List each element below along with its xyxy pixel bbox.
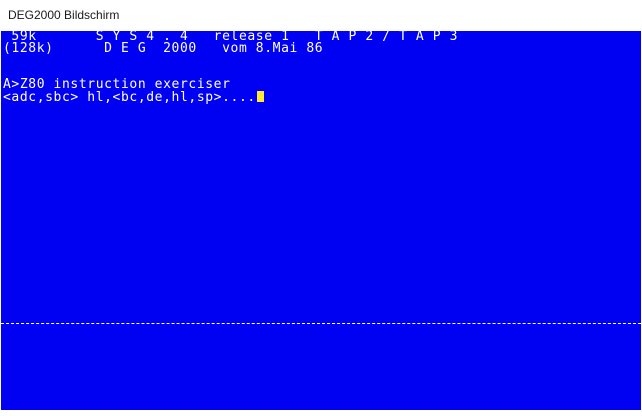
status-line-divider	[1, 323, 641, 324]
title-bar[interactable]: DEG2000 Bildschirm	[0, 0, 642, 31]
terminal-output-text: <adc,sbc> hl,<bc,de,hl,sp>....	[3, 90, 256, 105]
window-bottom-border	[0, 410, 642, 416]
terminal-line-output: <adc,sbc> hl,<bc,de,hl,sp>....	[3, 91, 264, 104]
terminal-window: DEG2000 Bildschirm 59k S Y S 4 . 4 relea…	[0, 0, 642, 416]
window-title: DEG2000 Bildschirm	[8, 8, 120, 22]
text-cursor	[256, 91, 264, 102]
terminal-screen[interactable]: 59k S Y S 4 . 4 release 1 T A P 2 / T A …	[1, 31, 641, 410]
terminal-line-version: (128k) D E G 2000 vom 8.Mai 86	[3, 41, 324, 56]
